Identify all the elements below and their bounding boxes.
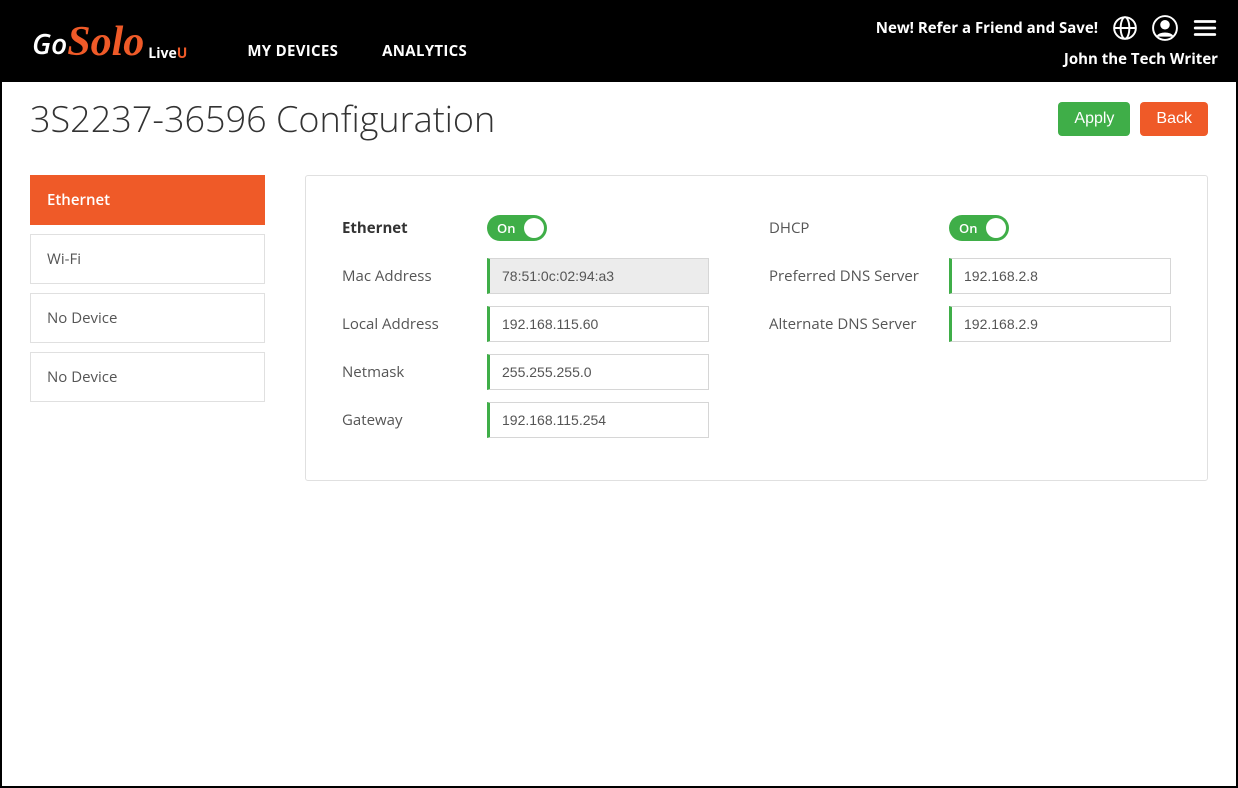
preferred-dns-input[interactable] <box>949 258 1171 294</box>
pref-dns-label: Preferred DNS Server <box>769 266 949 286</box>
sidebar-item-label: No Device <box>47 367 117 387</box>
nav-analytics[interactable]: ANALYTICS <box>382 41 467 61</box>
back-button[interactable]: Back <box>1140 102 1208 136</box>
gateway-label: Gateway <box>342 410 487 430</box>
page-title: 3S2237-36596 Configuration <box>30 94 495 143</box>
toggle-text: On <box>497 219 516 237</box>
logo-u: U <box>177 44 188 63</box>
logo[interactable]: Go Solo LiveU <box>32 21 187 63</box>
alternate-dns-input[interactable] <box>949 306 1171 342</box>
dhcp-toggle[interactable]: On <box>949 215 1009 241</box>
user-icon[interactable] <box>1152 15 1178 41</box>
main-nav: MY DEVICES ANALYTICS <box>247 41 467 61</box>
gateway-input[interactable] <box>487 402 709 438</box>
toggle-text: On <box>959 219 978 237</box>
promo-text[interactable]: New! Refer a Friend and Save! <box>876 18 1098 38</box>
config-panel: Ethernet On Mac Address Local Address <box>305 175 1208 481</box>
menu-icon[interactable] <box>1192 15 1218 41</box>
ethernet-toggle[interactable]: On <box>487 215 547 241</box>
nav-my-devices[interactable]: MY DEVICES <box>247 41 338 61</box>
mac-address-input <box>487 258 709 294</box>
username[interactable]: John the Tech Writer <box>1064 49 1218 69</box>
netmask-label: Netmask <box>342 362 487 382</box>
sidebar-item-label: No Device <box>47 308 117 328</box>
sidebar-item-ethernet[interactable]: Ethernet <box>30 175 265 225</box>
header-bar: Go Solo LiveU MY DEVICES ANALYTICS New! … <box>2 2 1236 82</box>
sidebar-item-label: Ethernet <box>47 190 110 210</box>
logo-go: Go <box>32 25 67 63</box>
sidebar-item-nodevice-1[interactable]: No Device <box>30 293 265 343</box>
logo-live: Live <box>148 44 176 63</box>
sidebar-item-wifi[interactable]: Wi-Fi <box>30 234 265 284</box>
sidebar-item-label: Wi-Fi <box>47 249 81 269</box>
dhcp-label: DHCP <box>769 218 949 238</box>
sidebar-item-nodevice-2[interactable]: No Device <box>30 352 265 402</box>
sidebar: Ethernet Wi-Fi No Device No Device <box>30 175 265 481</box>
apply-button[interactable]: Apply <box>1058 102 1130 136</box>
ethernet-label: Ethernet <box>342 218 487 238</box>
logo-solo: Solo <box>67 21 144 63</box>
globe-icon[interactable] <box>1112 15 1138 41</box>
local-address-input[interactable] <box>487 306 709 342</box>
local-label: Local Address <box>342 314 487 334</box>
mac-label: Mac Address <box>342 266 487 286</box>
alt-dns-label: Alternate DNS Server <box>769 314 949 334</box>
logo-liveu: LiveU <box>148 44 187 63</box>
netmask-input[interactable] <box>487 354 709 390</box>
